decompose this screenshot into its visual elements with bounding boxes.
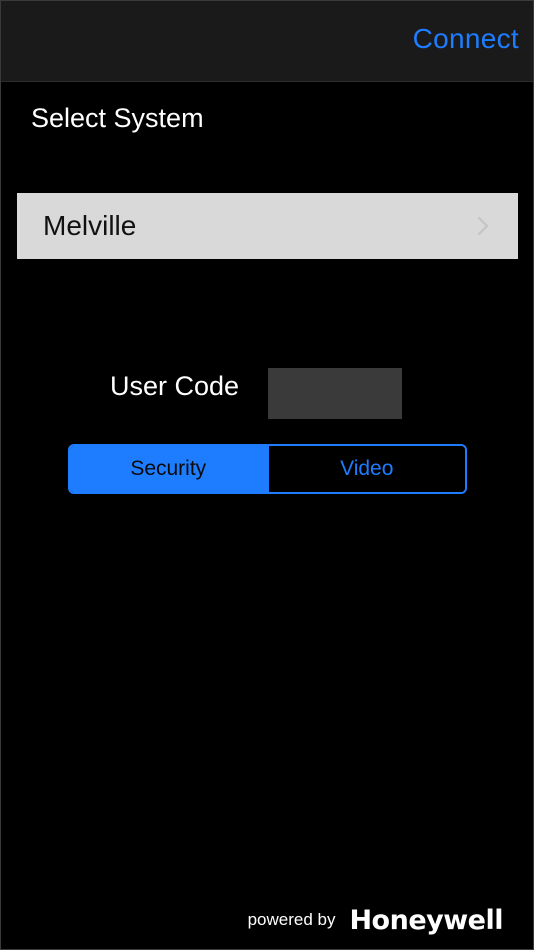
chevron-right-icon (477, 216, 489, 236)
video-segment[interactable]: Video (266, 446, 465, 492)
system-name-label: Melville (43, 210, 137, 241)
connect-button[interactable]: Connect (413, 23, 519, 55)
app-screen: Connect Select System Melville User Code… (0, 0, 534, 950)
security-segment[interactable]: Security (70, 446, 267, 492)
mode-segmented-control: Security Video (68, 444, 467, 494)
user-code-label: User Code (110, 371, 240, 401)
system-selector-row[interactable]: Melville (17, 193, 518, 259)
honeywell-logo: Honeywell (349, 905, 503, 936)
powered-by-text: powered by (247, 910, 336, 929)
select-system-heading: Select System (31, 103, 204, 133)
navigation-bar: Connect (1, 1, 533, 82)
user-code-input[interactable] (268, 368, 402, 419)
footer-branding: powered by Honeywell (247, 905, 504, 936)
